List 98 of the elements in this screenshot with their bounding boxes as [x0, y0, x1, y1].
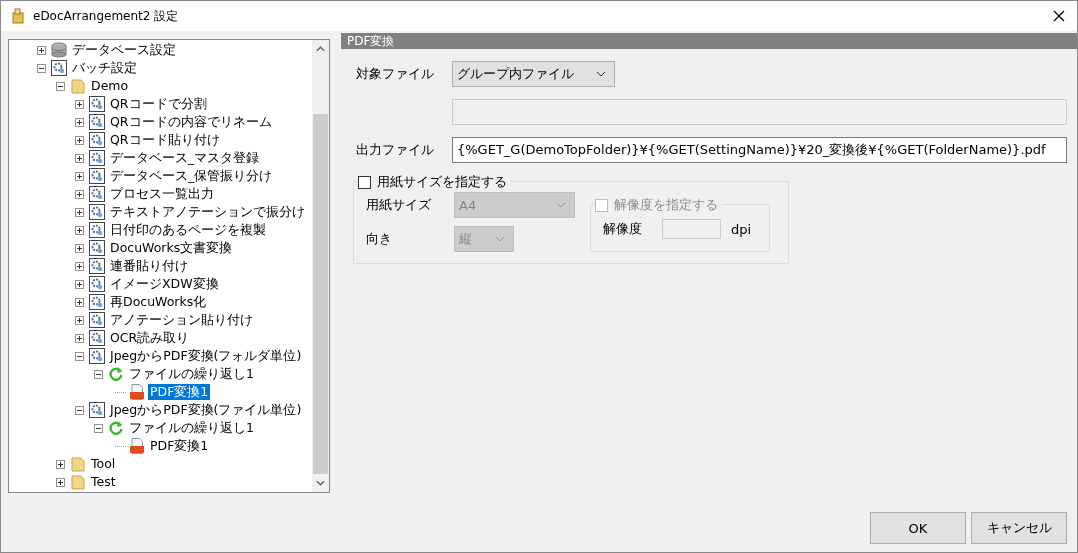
scroll-down-icon[interactable] — [316, 480, 325, 486]
gear-icon — [89, 330, 105, 346]
tree-item[interactable]: Demo — [89, 78, 131, 94]
tree-item[interactable]: QRコードの内容でリネーム — [108, 114, 274, 130]
expand-icon[interactable] — [75, 225, 84, 235]
section-header: PDF変換 — [341, 33, 1077, 49]
gear-icon — [89, 204, 105, 220]
expand-icon[interactable] — [75, 117, 84, 127]
loop-arrow-icon — [108, 420, 124, 436]
expand-icon[interactable] — [75, 99, 84, 109]
gear-icon — [89, 186, 105, 202]
tree-item[interactable]: バッチ設定 — [70, 60, 139, 76]
tree-item[interactable]: JpegからPDF変換(ファイル単位) — [108, 402, 304, 418]
tree-item[interactable]: ファイルの繰り返し1 — [127, 366, 256, 382]
gear-icon — [89, 240, 105, 256]
gear-icon — [51, 60, 67, 76]
tree-item[interactable]: OCR読み取り — [108, 330, 192, 346]
expand-icon[interactable] — [75, 333, 84, 343]
expand-icon[interactable] — [75, 315, 84, 325]
expand-icon[interactable] — [56, 459, 65, 469]
field-label: 解像度 — [603, 220, 642, 238]
pdf-file-icon — [129, 438, 145, 454]
expand-icon[interactable] — [75, 207, 84, 217]
folder-icon — [70, 474, 86, 490]
gear-icon — [89, 294, 105, 310]
tree-item[interactable]: DocuWorks文書変換 — [108, 240, 235, 256]
checkbox-label: 用紙サイズを指定する — [377, 173, 507, 191]
target-file-dropdown[interactable]: グループ内ファイル — [452, 61, 615, 87]
tree-item[interactable]: 再DocuWorks化 — [108, 294, 209, 310]
expand-icon[interactable] — [75, 243, 84, 253]
ok-button[interactable]: OK — [870, 512, 966, 544]
field-label: 対象ファイル — [356, 65, 435, 83]
checkbox-label: 解像度を指定する — [614, 196, 718, 214]
gear-icon — [89, 222, 105, 238]
tree-item[interactable]: QRコード貼り付け — [108, 132, 222, 148]
gear-icon — [89, 276, 105, 292]
tree-item[interactable]: Test — [89, 474, 118, 490]
tree-item[interactable]: プロセス一覧出力 — [108, 186, 216, 202]
cancel-button[interactable]: キャンセル — [971, 512, 1067, 544]
tree-item[interactable]: JpegからPDF変換(フォルダ単位) — [108, 348, 304, 364]
gear-icon — [89, 312, 105, 328]
collapse-icon[interactable] — [37, 63, 46, 73]
folder-icon — [70, 456, 86, 472]
tree-item[interactable]: データベース_保管振り分け — [108, 168, 275, 184]
expand-icon[interactable] — [75, 279, 84, 289]
expand-icon[interactable] — [75, 189, 84, 199]
caret-icon — [495, 236, 505, 242]
collapse-icon[interactable] — [94, 369, 103, 379]
scrollbar[interactable] — [312, 40, 329, 492]
field-label: 出力ファイル — [356, 141, 435, 159]
tree-item[interactable]: QRコードで分割 — [108, 96, 209, 112]
tree-item[interactable]: ファイルの繰り返し1 — [127, 420, 256, 436]
scroll-up-icon[interactable] — [316, 46, 325, 52]
expand-icon[interactable] — [75, 171, 84, 181]
expand-icon[interactable] — [75, 261, 84, 271]
gear-icon — [89, 168, 105, 184]
field-label: 向き — [366, 230, 393, 248]
gear-icon — [89, 132, 105, 148]
tree-item[interactable]: PDF変換1 — [148, 384, 211, 400]
expand-icon[interactable] — [75, 153, 84, 163]
collapse-icon[interactable] — [75, 405, 84, 415]
gear-icon — [89, 114, 105, 130]
close-icon[interactable] — [1053, 10, 1065, 22]
field-label: 用紙サイズ — [366, 196, 432, 214]
scrollbar-thumb[interactable] — [313, 114, 328, 474]
tree-item[interactable]: 日付印のあるページを複製 — [108, 222, 268, 238]
tree-item[interactable]: アノテーション貼り付け — [108, 312, 255, 328]
expand-icon[interactable] — [37, 45, 46, 55]
gear-icon — [89, 258, 105, 274]
expand-icon[interactable] — [75, 135, 84, 145]
expand-icon[interactable] — [56, 477, 65, 487]
tree-item[interactable]: 連番貼り付け — [108, 258, 190, 274]
collapse-icon[interactable] — [75, 351, 84, 361]
tree-item[interactable]: イメージXDW変換 — [108, 276, 221, 292]
unit-label: dpi — [731, 221, 752, 237]
folder-icon — [70, 78, 86, 94]
tree-item[interactable]: テキストアノテーションで振分け — [108, 204, 307, 220]
caret-icon — [556, 202, 566, 208]
loop-arrow-icon — [108, 366, 124, 382]
window-title: eDocArrangement2 設定 — [33, 7, 180, 25]
gear-icon — [89, 150, 105, 166]
gear-icon — [89, 348, 105, 364]
checkbox[interactable] — [358, 175, 371, 189]
caret-icon — [596, 71, 606, 77]
tree-item[interactable]: データベース設定 — [70, 42, 178, 58]
app-icon — [11, 8, 25, 24]
pdf-file-icon — [129, 384, 145, 400]
tree-item[interactable]: PDF変換1 — [148, 438, 211, 454]
resolution-field[interactable] — [662, 219, 721, 239]
collapse-icon[interactable] — [94, 423, 103, 433]
tree-item[interactable]: データベース_マスタ登録 — [108, 150, 262, 166]
gear-icon — [89, 402, 105, 418]
gear-icon — [89, 96, 105, 112]
output-file-field[interactable]: {%GET_G(DemoTopFolder)}¥{%GET(SettingName)}¥20_変換後¥{%GET(FolderName)}.pdf — [452, 137, 1067, 163]
database-icon — [51, 42, 67, 58]
expand-icon[interactable] — [75, 297, 84, 307]
tree-item[interactable]: Tool — [89, 456, 118, 472]
collapse-icon[interactable] — [56, 81, 65, 91]
